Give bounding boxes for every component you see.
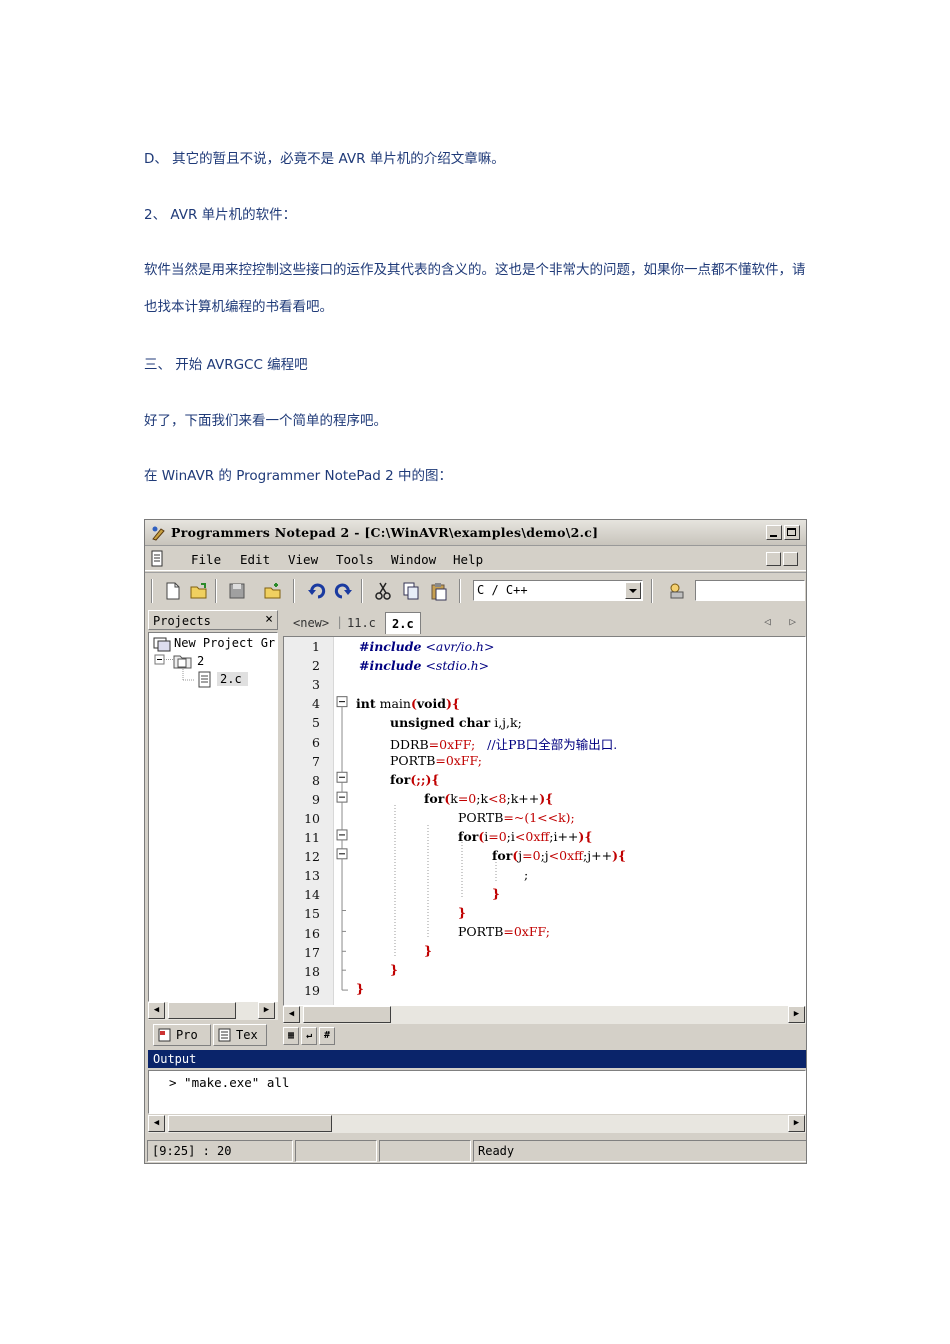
scroll-right-icon[interactable]: ▶ — [258, 1002, 275, 1019]
toolbar-separator — [293, 579, 295, 603]
code-editor[interactable]: 1 2 3 4 5 6 7 8 9 10 11 12 13 14 15 16 17 18 19 #include <… — [283, 636, 806, 1006]
open-folder-icon[interactable] — [263, 581, 283, 601]
project-tree: New Project Gr 2 2.c — [148, 632, 278, 1002]
projects-tab-icon — [158, 1028, 172, 1042]
word-wrap-icon[interactable]: ↵ — [301, 1027, 317, 1045]
menu-view[interactable]: View — [288, 552, 318, 567]
tab-projects-label: Pro — [176, 1028, 198, 1042]
line-numbers-toggle-icon[interactable]: # — [319, 1027, 335, 1045]
output-hscrollbar[interactable]: ◀ ▶ — [148, 1115, 806, 1133]
projects-hscrollbar[interactable]: ◀ ▶ — [148, 1002, 278, 1020]
indent-guides — [394, 805, 497, 957]
scroll-left-icon[interactable]: ◀ — [148, 1002, 165, 1019]
menu-bar: File Edit View Tools Window Help — [145, 547, 806, 571]
maximize-button[interactable] — [784, 525, 800, 540]
new-file-icon[interactable] — [163, 581, 183, 601]
window-title: Programmers Notepad 2 - [C:\WinAVR\examp… — [171, 525, 599, 540]
open-file-icon[interactable] — [189, 581, 209, 601]
save-icon[interactable] — [227, 581, 247, 601]
toolbar-separator — [151, 579, 153, 603]
menu-help[interactable]: Help — [453, 552, 483, 567]
toolbar: C / C++ — [145, 572, 806, 606]
cut-icon[interactable] — [373, 581, 393, 601]
find-input[interactable] — [695, 580, 805, 601]
tab-text-clips[interactable]: Tex — [213, 1024, 267, 1046]
tab-new[interactable]: <new> — [287, 612, 335, 634]
programmers-notepad-screenshot: Programmers Notepad 2 - [C:\WinAVR\examp… — [144, 519, 807, 1164]
redo-icon[interactable] — [333, 581, 353, 601]
tree-file-2c[interactable]: 2.c — [217, 672, 248, 686]
language-select-value: C / C++ — [477, 583, 528, 597]
menu-window[interactable]: Window — [391, 552, 436, 567]
tab-nav-arrows[interactable]: ◁ ▷ — [764, 615, 802, 628]
undo-icon[interactable] — [307, 581, 327, 601]
menu-tools[interactable]: Tools — [336, 552, 374, 567]
paragraph-section-three: 三、 开始 AVRGCC 编程吧 — [144, 357, 308, 373]
document-tabs: <new> | 11.c 2.c ◁ ▷ — [283, 610, 806, 634]
project-group-icon — [153, 637, 171, 652]
toolbar-separator — [459, 579, 461, 603]
notepad-app-icon — [152, 526, 165, 541]
tree-project-2[interactable]: 2 — [197, 654, 204, 668]
tab-11c[interactable]: 11.c — [341, 612, 382, 634]
paragraph-software-desc: 软件当然是用来控控制这些接口的运作及其代表的含义的。这也是个非常大的问题，如果你… — [144, 262, 806, 315]
language-select[interactable]: C / C++ — [473, 580, 643, 601]
paragraph-figure-caption: 在 WinAVR 的 Programmer NotePad 2 中的图： — [144, 468, 452, 484]
scroll-left-icon[interactable]: ◀ — [283, 1006, 300, 1023]
close-icon[interactable]: × — [265, 612, 273, 627]
tab-projects[interactable]: Pro — [153, 1024, 211, 1046]
minimize-button[interactable] — [766, 525, 782, 540]
projects-title: Projects — [153, 614, 211, 628]
status-bar: [9:25] : 20 Ready — [145, 1138, 806, 1163]
editor-hscrollbar[interactable]: ◀ ▶ — [283, 1006, 806, 1024]
output-text: > "make.exe" all — [169, 1075, 290, 1090]
scroll-thumb[interactable] — [168, 1002, 236, 1019]
mdi-restore-button[interactable] — [783, 552, 798, 566]
output-title: Output — [148, 1050, 806, 1068]
scroll-left-icon[interactable]: ◀ — [148, 1115, 165, 1132]
paste-icon[interactable] — [429, 581, 449, 601]
folder-icon — [173, 655, 192, 669]
paragraph-d: D、 其它的暂且不说，必竟不是 AVR 单片机的介绍文章嘛。 — [144, 151, 505, 167]
projects-header: Projects × — [148, 610, 278, 630]
scroll-thumb[interactable] — [168, 1115, 332, 1132]
toolbar-separator — [215, 579, 217, 603]
document-icon — [151, 550, 163, 567]
menu-file[interactable]: File — [191, 552, 221, 567]
output-panel[interactable]: > "make.exe" all — [148, 1070, 806, 1114]
view-mode-icon[interactable]: ▦ — [283, 1027, 299, 1045]
menu-edit[interactable]: Edit — [240, 552, 270, 567]
scroll-right-icon[interactable]: ▶ — [788, 1006, 805, 1023]
mdi-minimize-button[interactable] — [766, 552, 781, 566]
title-bar: Programmers Notepad 2 - [C:\WinAVR\examp… — [145, 520, 806, 546]
paragraph-avr-software: 2、 AVR 单片机的软件： — [144, 207, 297, 223]
status-position: [9:25] : 20 — [147, 1140, 293, 1162]
tree-root[interactable]: New Project Gr — [174, 636, 275, 650]
status-panel-2 — [295, 1140, 377, 1162]
projects-panel: Projects × New Project Gr 2 2.c ◀ ▶ — [148, 610, 280, 1022]
toolbar-separator — [361, 579, 363, 603]
text-clips-tab-icon — [218, 1028, 232, 1042]
find-icon[interactable] — [667, 581, 687, 601]
toolbar-separator — [651, 579, 653, 603]
copy-icon[interactable] — [401, 581, 421, 601]
editor-area: <new> | 11.c 2.c ◁ ▷ 1 2 3 4 5 6 7 8 9 1… — [283, 610, 806, 1024]
tab-2c[interactable]: 2.c — [385, 612, 421, 634]
scroll-right-icon[interactable]: ▶ — [788, 1115, 805, 1132]
paragraph-simple-program: 好了，下面我们来看一个简单的程序吧。 — [144, 413, 387, 429]
scroll-thumb[interactable] — [303, 1006, 391, 1023]
chevron-down-icon[interactable] — [625, 582, 641, 599]
editor-view-tools: ▦ ↵ # — [283, 1026, 343, 1046]
tab-text-clips-label: Tex — [236, 1028, 258, 1042]
c-file-icon — [198, 671, 211, 688]
status-message: Ready — [473, 1140, 806, 1162]
status-panel-3 — [379, 1140, 471, 1162]
